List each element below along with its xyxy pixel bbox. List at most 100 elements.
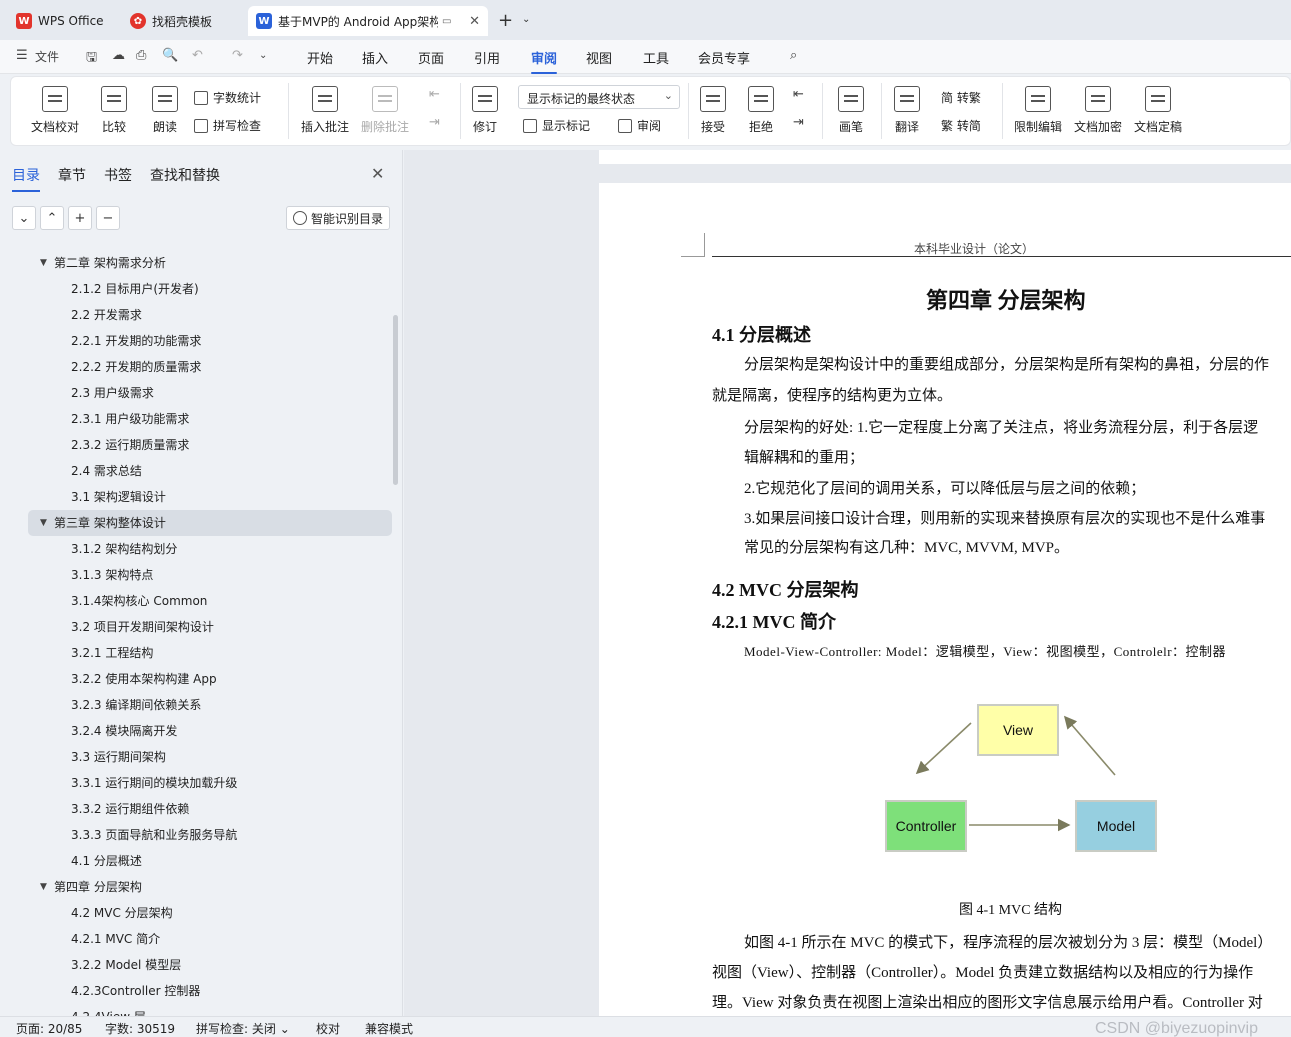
menu-tools[interactable]: 工具 [643, 48, 669, 67]
expand-triangle-icon[interactable]: ▼ [40, 874, 47, 900]
toc-item[interactable]: 3.1.3 架构特点 [28, 562, 392, 588]
toc-item[interactable]: 3.2.1 工程结构 [28, 640, 392, 666]
close-tab-icon[interactable]: ✕ [469, 14, 480, 29]
file-menu[interactable]: 文件 [35, 48, 59, 65]
cloud-icon[interactable]: ☁ [112, 48, 125, 63]
menu-member[interactable]: 会员专享 [698, 48, 750, 67]
delete-comment-button[interactable]: 删除批注 [361, 86, 409, 135]
proof-status[interactable]: 校对 [316, 1020, 340, 1037]
toc-item[interactable]: 2.1.2 目标用户(开发者) [28, 276, 392, 302]
tab-docer-templates[interactable]: ✿ 找稻壳模板 [122, 6, 244, 36]
tab-find-replace[interactable]: 查找和替换 [150, 165, 220, 185]
save-icon[interactable]: 🖫 [86, 48, 97, 70]
pen-button[interactable]: 画笔 [838, 86, 864, 135]
previous-change-icon[interactable]: ⇤ [793, 87, 804, 102]
toc-item[interactable]: 3.2.3 编译期间依赖关系 [28, 692, 392, 718]
toc-item[interactable]: 3.1 架构逻辑设计 [28, 484, 392, 510]
toc-item[interactable]: 3.2.4 模块隔离开发 [28, 718, 392, 744]
document-page[interactable]: 本科毕业设计（论文） 第四章 分层架构 4.1 分层概述 分层架构是架构设计中的… [599, 183, 1291, 1016]
menu-page[interactable]: 页面 [418, 48, 444, 67]
toc-item[interactable]: 2.4 需求总结 [28, 458, 392, 484]
review-pane-button[interactable]: 审阅 [618, 117, 661, 134]
restrict-edit-button[interactable]: 限制编辑 [1014, 86, 1062, 135]
smart-toc-button[interactable]: 智能识别目录 [286, 206, 390, 230]
compare-button[interactable]: 比较 [101, 86, 127, 135]
track-changes-button[interactable]: 修订 [472, 86, 498, 135]
toc-item[interactable]: 3.1.4架构核心 Common [28, 588, 392, 614]
tab-bookmarks[interactable]: 书签 [104, 165, 132, 185]
toc-item[interactable]: ▼ 第二章 架构需求分析 [28, 250, 392, 276]
print-icon[interactable]: ⎙ [136, 48, 146, 63]
toc-item[interactable]: 3.2.2 Model 模型层 [28, 952, 392, 978]
translate-button[interactable]: 翻译 [894, 86, 920, 135]
toc-item[interactable]: 2.3.2 运行期质量需求 [28, 432, 392, 458]
menu-reference[interactable]: 引用 [474, 48, 500, 67]
redo-icon[interactable]: ↷ [232, 48, 243, 63]
read-aloud-button[interactable]: 朗读 [152, 86, 178, 135]
toc-item[interactable]: 2.3 用户级需求 [28, 380, 392, 406]
to-simplified-button[interactable]: 繁 转简 [941, 117, 981, 134]
collapse-down-button[interactable]: ⌄ [12, 206, 36, 230]
reject-button[interactable]: 拒绝 [748, 86, 774, 135]
toc-item[interactable]: 2.2 开发需求 [28, 302, 392, 328]
toc-item[interactable]: 4.2 MVC 分层架构 [28, 900, 392, 926]
delete-comment-label: 删除批注 [361, 120, 410, 134]
menu-review[interactable]: 审阅 [531, 48, 558, 74]
word-count-indicator[interactable]: 字数: 30519 [105, 1020, 175, 1037]
toc-item[interactable]: 3.3.3 页面导航和业务服务导航 [28, 822, 392, 848]
show-markup-button[interactable]: 显示标记 [523, 117, 590, 134]
toc-item[interactable]: 2.2.1 开发期的功能需求 [28, 328, 392, 354]
undo-icon[interactable]: ↶ [192, 48, 203, 63]
expand-triangle-icon[interactable]: ▼ [40, 510, 47, 536]
toc-item[interactable]: 4.2.1 MVC 简介 [28, 926, 392, 952]
tab-document[interactable]: W 基于MVP的 Android App架构 ▭ ✕ [248, 6, 488, 36]
toc-item[interactable]: ▼ 第三章 架构整体设计 [28, 510, 392, 536]
toc-item[interactable]: 3.3.2 运行期组件依赖 [28, 796, 392, 822]
doc-finalize-icon [1145, 86, 1171, 112]
toc-item[interactable]: 4.2.3Controller 控制器 [28, 978, 392, 1004]
smart-toc-icon [292, 211, 307, 225]
expand-triangle-icon[interactable]: ▼ [40, 250, 47, 276]
collapse-up-button[interactable]: ⌃ [40, 206, 64, 230]
spell-check-button[interactable]: 拼写检查 [194, 117, 261, 134]
tab-wps-office[interactable]: W WPS Office [8, 6, 116, 36]
word-count-button[interactable]: 字数统计 [194, 89, 261, 106]
hamburger-menu-icon[interactable]: ☰ [16, 48, 28, 63]
previous-comment-icon[interactable]: ⇤ [429, 87, 440, 102]
print-preview-icon[interactable]: 🔍 [162, 48, 178, 63]
remove-heading-button[interactable]: − [96, 206, 120, 230]
search-icon[interactable]: ⌕ [790, 48, 797, 63]
tab-sections[interactable]: 章节 [58, 165, 86, 185]
close-pane-icon[interactable]: ✕ [371, 164, 384, 183]
next-comment-icon[interactable]: ⇥ [429, 115, 440, 130]
toc-item[interactable]: ▼ 第四章 分层架构 [28, 874, 392, 900]
add-heading-button[interactable]: + [68, 206, 92, 230]
accept-button[interactable]: 接受 [700, 86, 726, 135]
menu-view[interactable]: 视图 [586, 48, 612, 67]
page-indicator[interactable]: 页面: 20/85 [16, 1020, 82, 1037]
to-traditional-button[interactable]: 简 转繁 [941, 89, 981, 106]
toc-item[interactable]: 3.1.2 架构结构划分 [28, 536, 392, 562]
toc-item[interactable]: 2.3.1 用户级功能需求 [28, 406, 392, 432]
tab-toc[interactable]: 目录 [12, 165, 40, 192]
chevron-down-icon[interactable]: ⌄ [522, 14, 530, 25]
toc-item[interactable]: 3.2.2 使用本架构构建 App [28, 666, 392, 692]
doc-proof-button[interactable]: 文档校对 [31, 86, 79, 135]
toc-item[interactable]: 3.3 运行期间架构 [28, 744, 392, 770]
new-tab-icon[interactable]: + [498, 10, 513, 31]
scrollbar[interactable] [393, 315, 398, 485]
insert-comment-button[interactable]: 插入批注 [301, 86, 349, 135]
markup-state-select[interactable]: 显示标记的最终状态 ⌄ [518, 85, 680, 109]
toc-item[interactable]: 4.1 分层概述 [28, 848, 392, 874]
next-change-icon[interactable]: ⇥ [793, 115, 804, 130]
spell-check-status[interactable]: 拼写检查: 关闭 ⌄ [196, 1020, 290, 1037]
doc-finalize-button[interactable]: 文档定稿 [1134, 86, 1182, 135]
toc-item[interactable]: 2.2.2 开发期的质量需求 [28, 354, 392, 380]
doc-encrypt-button[interactable]: 文档加密 [1074, 86, 1122, 135]
menu-insert[interactable]: 插入 [362, 48, 388, 67]
toc-item[interactable]: 3.3.1 运行期间的模块加载升级 [28, 770, 392, 796]
more-chevron-icon[interactable]: ⌄ [259, 50, 267, 61]
doc-encrypt-label: 文档加密 [1074, 120, 1123, 134]
toc-item[interactable]: 3.2 项目开发期间架构设计 [28, 614, 392, 640]
menu-home[interactable]: 开始 [307, 48, 333, 67]
